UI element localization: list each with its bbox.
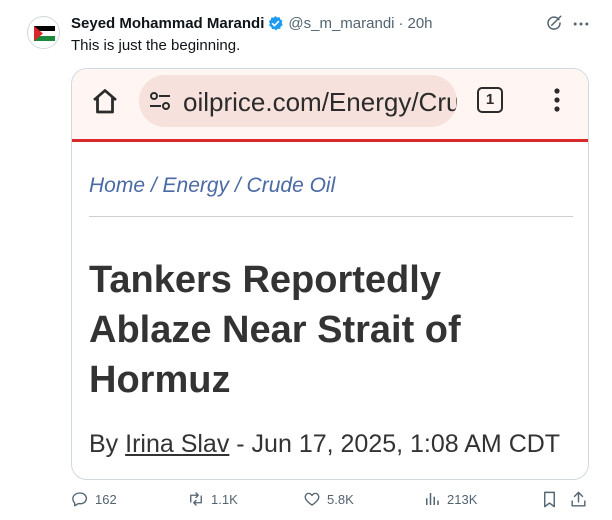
bookmark-icon[interactable] (540, 490, 559, 509)
repost-icon (190, 492, 202, 506)
reply-icon (72, 492, 88, 507)
display-name[interactable]: Seyed Mohammad Marandi (71, 15, 264, 32)
palestine-flag-avatar-icon (28, 17, 59, 48)
more-options-icon[interactable] (571, 14, 591, 34)
like-count: 5.8K (327, 491, 354, 507)
tweet-actions: 162 1.1K 5.8K 213K (71, 490, 591, 512)
byline: By Irina Slav - Jun 17, 2025, 1:08 AM CD… (89, 430, 560, 459)
breadcrumb: Home / Energy / Crude Oil (89, 174, 336, 197)
divider (89, 216, 573, 217)
article-headline: Tankers Reportedly Ablaze Near Strait of… (89, 259, 461, 401)
grok-icon[interactable] (545, 14, 563, 32)
byline-date: - Jun 17, 2025, 1:08 AM CDT (229, 430, 561, 458)
views-count: 213K (447, 491, 478, 507)
tweet-text: This is just the beginning. (71, 37, 241, 54)
red-divider (72, 139, 588, 142)
site-settings-icon (150, 92, 170, 110)
like-button[interactable]: 5.8K (303, 490, 354, 508)
repost-button[interactable]: 1.1K (187, 490, 238, 508)
tweet: Seyed Mohammad Marandi @s_m_marandi · 20… (0, 0, 612, 520)
handle[interactable]: @s_m_marandi (288, 15, 394, 32)
browser-address-bar: oilprice.com/Energy/Cru 1 (72, 69, 588, 139)
repost-count: 1.1K (211, 491, 238, 507)
url-pill: oilprice.com/Energy/Cru (139, 75, 457, 127)
verified-badge-icon (269, 15, 284, 30)
byline-author: Irina Slav (125, 430, 230, 458)
reply-button[interactable]: 162 (71, 490, 117, 508)
heart-icon (304, 492, 320, 506)
timestamp[interactable]: 20h (408, 15, 433, 32)
url-text: oilprice.com/Energy/Cru (183, 87, 457, 117)
reply-count: 162 (95, 491, 117, 507)
kebab-menu-icon (554, 88, 560, 112)
home-icon (93, 89, 117, 114)
tab-count-icon: 1 (477, 87, 503, 113)
media-attachment[interactable]: oilprice.com/Energy/Cru 1 Home / Energy … (71, 68, 589, 480)
avatar[interactable] (27, 16, 60, 49)
tweet-header: Seyed Mohammad Marandi @s_m_marandi · 20… (71, 13, 433, 33)
views-chart-icon (426, 493, 439, 505)
share-icon[interactable] (569, 490, 588, 509)
byline-prefix: By (89, 430, 126, 458)
views-button[interactable]: 213K (423, 490, 477, 508)
separator-dot: · (398, 14, 404, 32)
